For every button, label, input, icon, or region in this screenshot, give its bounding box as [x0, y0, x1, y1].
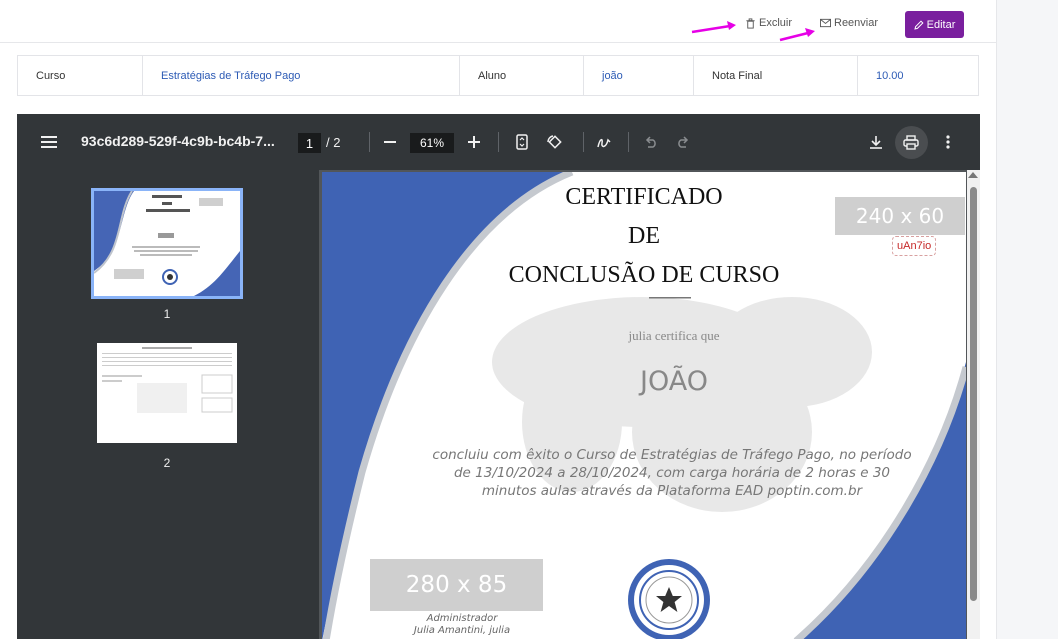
- print-icon[interactable]: [901, 132, 921, 152]
- thumbnail-sidebar: 1 2: [17, 170, 319, 639]
- curso-value: Estratégias de Tráfego Pago: [143, 56, 460, 95]
- download-icon[interactable]: [866, 132, 886, 152]
- mail-icon: [820, 18, 831, 28]
- scrollbar-thumb[interactable]: [970, 187, 977, 601]
- curso-label: Curso: [18, 56, 143, 95]
- more-options-icon[interactable]: [938, 132, 958, 152]
- thumbnail-page-1[interactable]: [91, 188, 243, 299]
- signature-name: Julia Amantini, julia: [413, 625, 511, 636]
- toolbar-divider: [628, 132, 629, 152]
- scroll-up-icon[interactable]: [968, 172, 978, 178]
- reenviar-label: Reenviar: [834, 17, 879, 29]
- certifies-text: julia certifica que: [628, 328, 720, 343]
- document-title: 93c6d289-529f-4c9b-bc4b-7...: [81, 133, 275, 149]
- pencil-icon: [913, 19, 924, 30]
- undo-icon[interactable]: [641, 132, 661, 152]
- toolbar-divider: [369, 132, 370, 152]
- logo-placeholder: 240 x 60: [835, 197, 965, 235]
- excluir-button[interactable]: Excluir: [745, 17, 792, 29]
- trash-icon: [746, 17, 755, 29]
- excluir-label: Excluir: [759, 17, 793, 29]
- right-panel: [996, 0, 1058, 639]
- page-number-input[interactable]: 1: [298, 133, 321, 153]
- student-name: JOÃO: [640, 366, 708, 397]
- pdf-toolbar: 93c6d289-529f-4c9b-bc4b-7... 1 / 2 61%: [17, 114, 980, 170]
- zoom-input[interactable]: 61%: [410, 133, 454, 153]
- signature-role: Administrador: [426, 613, 498, 624]
- page-total: / 2: [326, 135, 341, 150]
- thumbnail-label: 2: [163, 456, 171, 470]
- thumbnail-label: 1: [163, 307, 171, 321]
- zoom-in-icon[interactable]: [464, 132, 484, 152]
- thumbnail-page-2[interactable]: [97, 343, 237, 443]
- page-root: Excluir Reenviar Editar Curso Estratégia…: [0, 0, 1058, 639]
- logo-badge: uAn7io: [892, 236, 937, 256]
- redo-icon[interactable]: [673, 132, 693, 152]
- info-table: Curso Estratégias de Tráfego Pago Aluno …: [17, 55, 979, 96]
- certificate-page: CERTIFICADO DE CONCLUSÃO DE CURSO 240 x …: [322, 172, 966, 639]
- editar-label: Editar: [926, 18, 956, 31]
- fit-page-icon[interactable]: [512, 132, 532, 152]
- annotation-arrow-icon: [779, 28, 815, 42]
- nota-value: 10.00: [876, 69, 904, 82]
- action-bar: Excluir Reenviar Editar: [0, 0, 996, 43]
- editar-button[interactable]: Editar: [905, 11, 964, 38]
- pdf-viewer: 93c6d289-529f-4c9b-bc4b-7... 1 / 2 61% 1…: [17, 114, 980, 639]
- rotate-icon[interactable]: [544, 132, 564, 152]
- page-viewport[interactable]: CERTIFICADO DE CONCLUSÃO DE CURSO 240 x …: [319, 170, 980, 639]
- menu-icon[interactable]: [39, 132, 59, 152]
- certificate-title-line3: CONCLUSÃO DE CURSO: [508, 262, 780, 288]
- aluno-value: joão: [584, 56, 694, 95]
- certificate-body: concluiu com êxito o Curso de Estratégia…: [432, 447, 912, 499]
- toolbar-divider: [498, 132, 499, 152]
- aluno-label: Aluno: [460, 56, 584, 95]
- annotation-arrow-icon: [691, 21, 736, 34]
- reenviar-button[interactable]: Reenviar: [820, 17, 878, 29]
- zoom-out-icon[interactable]: [380, 132, 400, 152]
- signature-placeholder: 280 x 85: [370, 559, 543, 611]
- toolbar-divider: [583, 132, 584, 152]
- nota-label: Nota Final: [694, 56, 858, 95]
- draw-icon[interactable]: [594, 132, 614, 152]
